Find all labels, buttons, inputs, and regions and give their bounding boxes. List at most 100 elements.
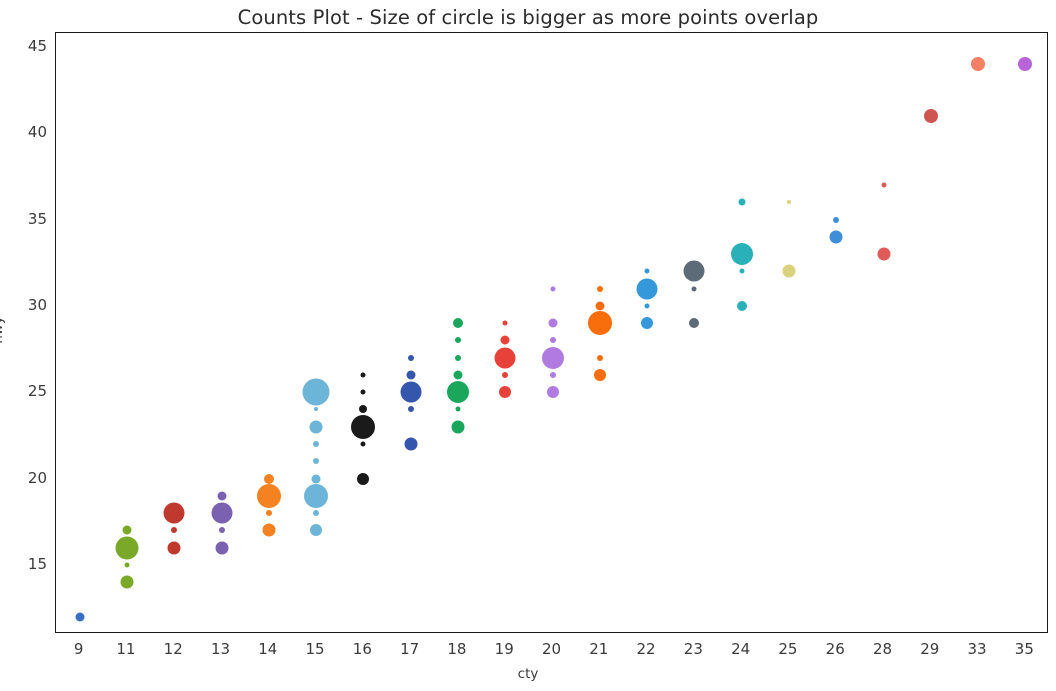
scatter-point bbox=[494, 347, 516, 369]
scatter-point bbox=[313, 458, 320, 465]
x-axis-tick-17: 17 bbox=[400, 640, 420, 658]
y-axis-tick-25: 25 bbox=[27, 382, 47, 401]
scatter-point bbox=[454, 354, 461, 361]
scatter-point bbox=[75, 612, 85, 622]
x-axis-tick-15: 15 bbox=[305, 640, 325, 658]
scatter-point bbox=[359, 405, 368, 414]
scatter-point bbox=[548, 318, 557, 328]
scatter-point bbox=[546, 386, 559, 399]
x-axis-tick-28: 28 bbox=[872, 640, 893, 658]
scatter-point bbox=[691, 286, 697, 292]
scatter-point bbox=[502, 320, 508, 326]
x-axis-tick-21: 21 bbox=[589, 640, 609, 658]
scatter-point bbox=[400, 381, 422, 403]
x-axis-tick-22: 22 bbox=[636, 640, 656, 658]
x-axis-tick-26: 26 bbox=[825, 640, 845, 658]
scatter-point bbox=[120, 575, 134, 589]
scatter-point bbox=[644, 268, 650, 274]
scatter-point bbox=[310, 524, 323, 537]
x-axis-tick-12: 12 bbox=[163, 640, 183, 658]
scatter-point bbox=[407, 354, 414, 361]
y-axis-tick-40: 40 bbox=[27, 123, 47, 142]
scatter-point bbox=[644, 303, 650, 309]
scatter-point bbox=[122, 525, 132, 535]
scatter-point bbox=[454, 337, 461, 344]
scatter-point bbox=[499, 386, 512, 399]
y-axis-tick-15: 15 bbox=[27, 554, 47, 573]
scatter-point bbox=[256, 483, 281, 508]
chart-title: Counts Plot - Size of circle is bigger a… bbox=[237, 6, 819, 29]
scatter-points-layer bbox=[56, 33, 1047, 632]
scatter-point bbox=[683, 260, 705, 282]
scatter-point bbox=[587, 311, 612, 336]
scatter-point bbox=[641, 317, 654, 330]
scatter-point bbox=[360, 389, 366, 395]
scatter-point bbox=[596, 285, 603, 292]
scatter-point bbox=[1018, 57, 1033, 72]
scatter-point bbox=[881, 182, 886, 188]
x-axis-tick-11: 11 bbox=[116, 640, 136, 658]
scatter-point bbox=[829, 230, 843, 244]
scatter-point bbox=[265, 510, 272, 517]
scatter-point bbox=[446, 381, 469, 404]
scatter-point bbox=[500, 335, 510, 345]
scatter-point bbox=[313, 441, 320, 448]
scatter-point bbox=[595, 301, 605, 311]
scatter-point bbox=[549, 337, 556, 344]
scatter-point bbox=[452, 318, 463, 329]
scatter-point bbox=[360, 372, 366, 378]
scatter-point bbox=[596, 354, 603, 361]
scatter-point bbox=[304, 483, 329, 508]
x-axis-tick-13: 13 bbox=[210, 640, 231, 658]
y-axis-tick-group: hwy 15 20 25 30 35 40 45 bbox=[0, 0, 55, 691]
x-axis-tick-29: 29 bbox=[920, 640, 940, 658]
x-axis-tick-25: 25 bbox=[778, 640, 798, 658]
scatter-point bbox=[218, 527, 225, 534]
scatter-point bbox=[782, 264, 796, 278]
scatter-point bbox=[453, 370, 463, 380]
scatter-point bbox=[736, 300, 747, 311]
scatter-point bbox=[550, 286, 555, 292]
scatter-point bbox=[167, 541, 181, 555]
scatter-point bbox=[311, 474, 321, 484]
scatter-point bbox=[738, 198, 746, 206]
scatter-point bbox=[171, 527, 178, 534]
scatter-point bbox=[302, 378, 330, 406]
scatter-point bbox=[124, 562, 130, 568]
x-axis-tick-23: 23 bbox=[683, 640, 703, 658]
y-axis-tick-45: 45 bbox=[27, 36, 47, 55]
scatter-point bbox=[215, 541, 228, 555]
scatter-point bbox=[211, 502, 232, 524]
y-axis-tick-30: 30 bbox=[27, 295, 47, 314]
scatter-point bbox=[636, 278, 658, 300]
x-axis-tick-24: 24 bbox=[731, 640, 751, 658]
x-axis-tick-18: 18 bbox=[447, 640, 467, 658]
x-axis-tick-33: 33 bbox=[967, 640, 987, 658]
scatter-point bbox=[404, 437, 418, 451]
scatter-point bbox=[455, 406, 461, 412]
y-axis-label: hwy bbox=[0, 316, 6, 344]
scatter-point bbox=[263, 473, 274, 484]
y-axis-tick-35: 35 bbox=[27, 209, 47, 228]
scatter-point bbox=[730, 243, 753, 266]
x-axis-tick-9: 9 bbox=[73, 640, 84, 658]
scatter-point bbox=[314, 407, 319, 412]
scatter-point bbox=[217, 491, 226, 501]
scatter-point bbox=[351, 414, 376, 439]
plot-area bbox=[55, 32, 1048, 633]
scatter-point bbox=[502, 371, 509, 378]
scatter-point bbox=[357, 472, 370, 485]
scatter-point bbox=[313, 510, 320, 517]
scatter-point bbox=[549, 371, 556, 378]
x-axis-tick-19: 19 bbox=[494, 640, 514, 658]
x-axis-tick-14: 14 bbox=[258, 640, 278, 658]
y-axis-tick-20: 20 bbox=[27, 468, 47, 487]
x-axis-tick-20: 20 bbox=[541, 640, 562, 658]
scatter-point bbox=[407, 406, 414, 413]
scatter-point bbox=[786, 200, 791, 205]
scatter-point bbox=[877, 247, 890, 261]
scatter-point bbox=[833, 216, 840, 223]
x-axis-label: cty bbox=[517, 666, 539, 682]
x-axis-tick-16: 16 bbox=[352, 640, 372, 658]
scatter-point bbox=[923, 108, 938, 123]
